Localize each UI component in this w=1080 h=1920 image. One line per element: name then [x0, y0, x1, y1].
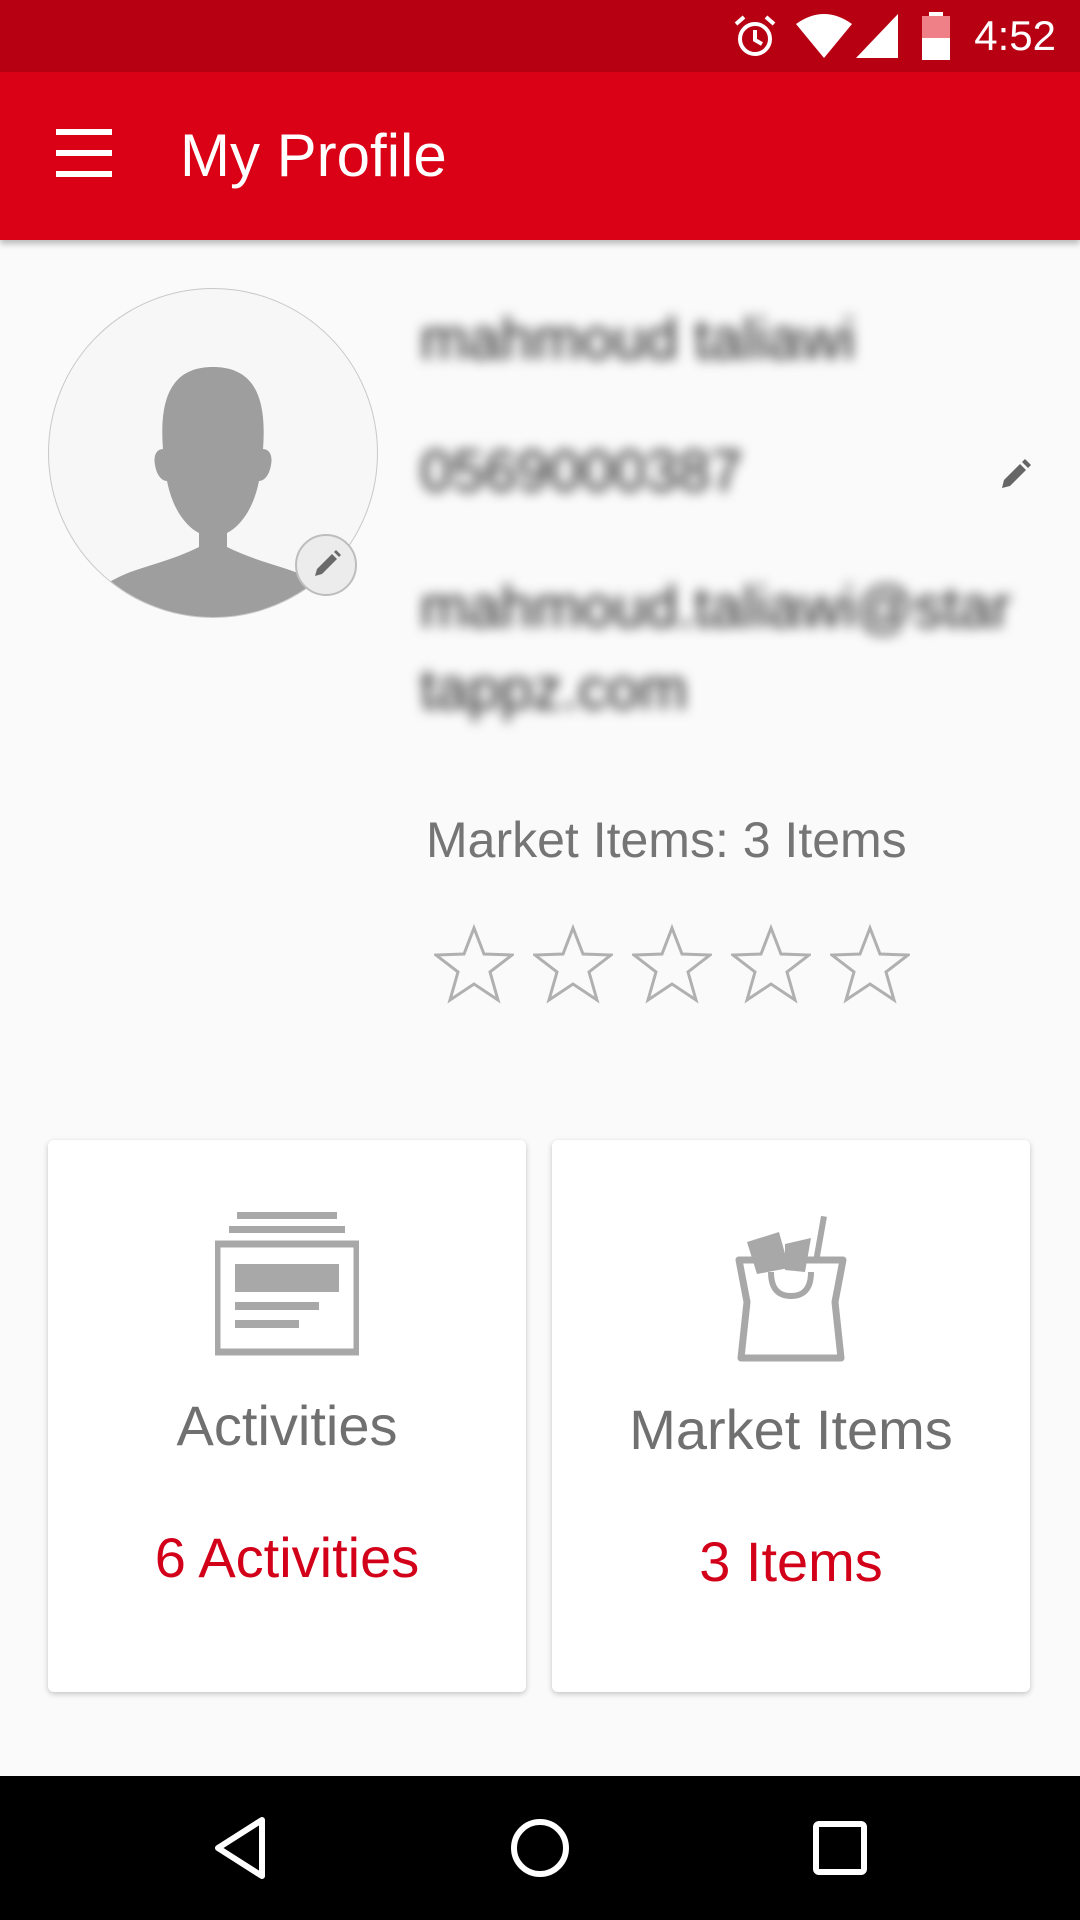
status-time: 4:52 [974, 12, 1056, 59]
edit-profile-icon[interactable] [996, 454, 1036, 494]
page-title: My Profile [180, 122, 447, 189]
market-items-count: 3 Items [699, 1530, 883, 1593]
market-items-summary: Market Items: 3 Items [426, 812, 907, 868]
profile-phone: 0569000387 [420, 439, 743, 504]
battery-icon [922, 12, 950, 60]
status-bar: 4:52 [0, 0, 1080, 72]
activities-count: 6 Activities [154, 1526, 420, 1589]
profile-email-line1: mahmoud.taliawi@star [420, 575, 1011, 640]
activities-card[interactable]: Activities 6 Activities [48, 1140, 526, 1692]
recents-icon[interactable] [804, 1812, 876, 1884]
pencil-icon [315, 550, 341, 576]
star-icon[interactable] [830, 924, 910, 1004]
market-items-label: Market Items [629, 1398, 953, 1461]
market-items-card[interactable]: Market Items 3 Items [552, 1140, 1030, 1692]
profile-email-line2: tappz.com [420, 657, 688, 722]
rating-stars [434, 924, 914, 1004]
star-icon[interactable] [632, 924, 712, 1004]
signal-icon [856, 14, 898, 58]
navigation-bar [0, 1776, 1080, 1920]
home-icon[interactable] [504, 1812, 576, 1884]
app-bar: My Profile [0, 72, 1080, 240]
star-icon[interactable] [434, 924, 514, 1004]
alarm-icon [734, 15, 776, 56]
edit-avatar-button[interactable] [295, 534, 357, 596]
hamburger-icon[interactable] [48, 129, 112, 183]
star-icon[interactable] [533, 924, 613, 1004]
back-icon[interactable] [204, 1812, 276, 1884]
profile-name: mahmoud taliawi [420, 307, 856, 372]
shopping-bag-icon [735, 1215, 847, 1362]
star-icon[interactable] [731, 924, 811, 1004]
activities-icon [215, 1212, 359, 1356]
wifi-icon [796, 14, 852, 58]
activities-label: Activities [176, 1394, 398, 1457]
